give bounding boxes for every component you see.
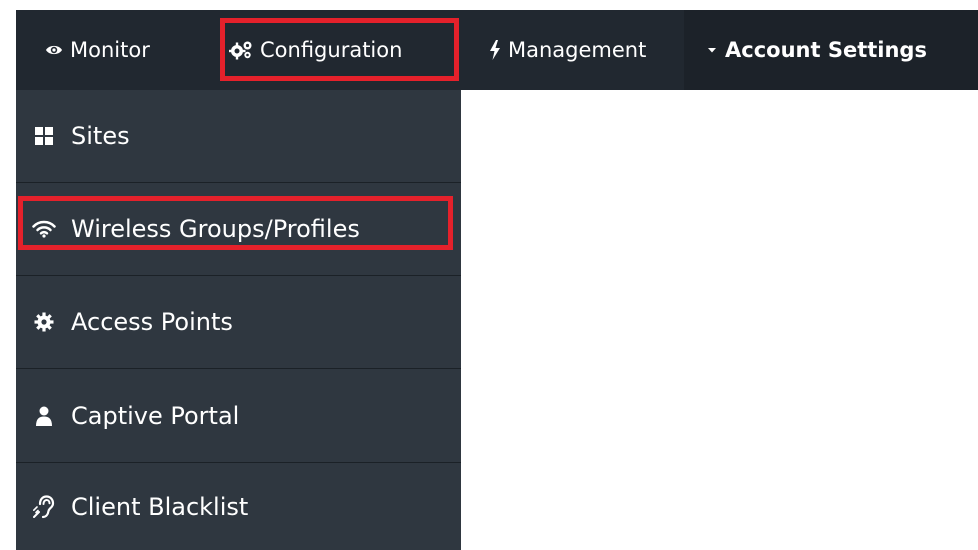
sidebar-item-access-points-label: Access Points	[71, 308, 233, 336]
nav-configuration-label: Configuration	[260, 38, 403, 62]
nav-monitor[interactable]: Monitor	[45, 10, 150, 90]
nav-account-settings[interactable]: Account Settings	[706, 10, 927, 90]
user-icon	[32, 406, 56, 426]
gear-icon	[32, 312, 56, 332]
assistive-listening-icon	[32, 494, 56, 519]
sidebar-item-wireless-label: Wireless Groups/Profiles	[71, 215, 360, 243]
nav-management-label: Management	[508, 38, 647, 62]
top-navigation-bar: Monitor Configuration Management Account…	[16, 10, 978, 90]
sidebar-menu: Sites Wireless Groups/Profiles Access Po…	[16, 90, 461, 550]
sidebar-item-captive-portal-label: Captive Portal	[71, 402, 240, 430]
nav-management[interactable]: Management	[489, 10, 646, 90]
sidebar-item-wireless-groups-profiles[interactable]: Wireless Groups/Profiles	[16, 183, 461, 276]
nav-account-settings-label: Account Settings	[725, 38, 927, 62]
nav-monitor-label: Monitor	[70, 38, 150, 62]
sidebar-item-client-blacklist-label: Client Blacklist	[71, 492, 249, 521]
wifi-icon	[32, 220, 56, 238]
caret-down-icon	[706, 45, 718, 55]
nav-configuration[interactable]: Configuration	[229, 10, 402, 90]
sidebar-item-access-points[interactable]: Access Points	[16, 276, 461, 369]
sidebar-item-sites-label: Sites	[71, 122, 130, 150]
sidebar-item-captive-portal[interactable]: Captive Portal	[16, 370, 461, 463]
grid-icon	[32, 126, 56, 146]
sidebar-item-sites[interactable]: Sites	[16, 90, 461, 183]
eye-icon	[45, 43, 63, 57]
sidebar-item-client-blacklist[interactable]: Client Blacklist	[16, 463, 461, 550]
gears-icon	[229, 40, 253, 60]
bolt-icon	[489, 40, 501, 60]
